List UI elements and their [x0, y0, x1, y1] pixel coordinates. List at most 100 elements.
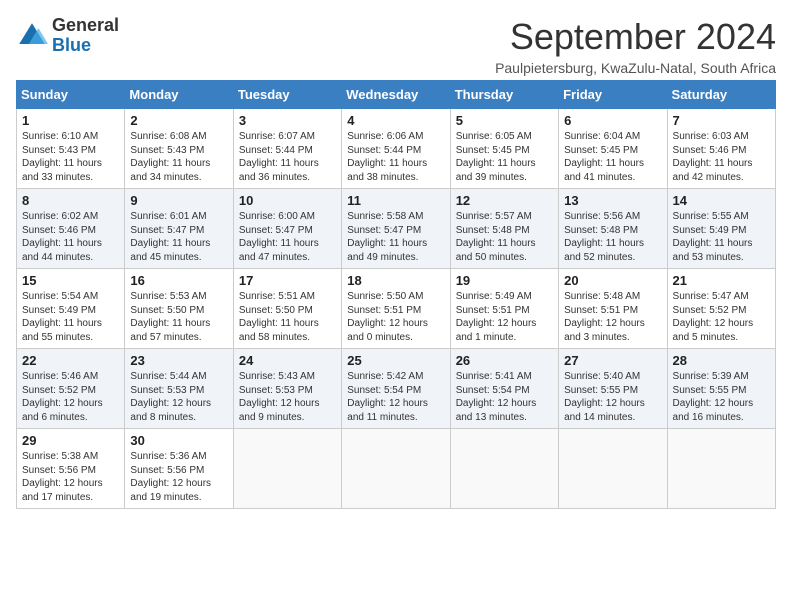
day-detail: Sunrise: 6:05 AMSunset: 5:45 PMDaylight:…	[456, 130, 553, 184]
table-cell: 8Sunrise: 6:02 AMSunset: 5:46 PMDaylight…	[17, 189, 125, 269]
day-number: 25	[347, 353, 444, 368]
day-detail: Sunrise: 5:47 AMSunset: 5:52 PMDaylight:…	[673, 290, 770, 344]
table-cell: 5 Sunrise: 6:05 AMSunset: 5:45 PMDaylight…	[450, 109, 558, 189]
table-cell: 19 Sunrise: 5:49 AMSunset: 5:51 PMDayligh…	[450, 269, 558, 349]
day-detail: Sunrise: 5:55 AMSunset: 5:49 PMDaylight:…	[673, 210, 770, 264]
day-detail: Sunrise: 5:42 AMSunset: 5:54 PMDaylight:…	[347, 370, 444, 424]
calendar-table: Sunday Monday Tuesday Wednesday Thursday…	[16, 80, 776, 509]
table-cell: 28 Sunrise: 5:39 AMSunset: 5:55 PMDayligh…	[667, 349, 775, 429]
day-detail: Sunrise: 5:39 AMSunset: 5:55 PMDaylight:…	[673, 370, 770, 424]
day-number: 26	[456, 353, 553, 368]
day-detail: Sunrise: 5:46 AMSunset: 5:52 PMDaylight:…	[22, 370, 119, 424]
day-detail: Sunrise: 6:07 AMSunset: 5:44 PMDaylight:…	[239, 130, 336, 184]
day-number: 12	[456, 193, 553, 208]
table-cell: 30Sunrise: 5:36 AMSunset: 5:56 PMDayligh…	[125, 429, 233, 509]
table-cell: 27 Sunrise: 5:40 AMSunset: 5:55 PMDayligh…	[559, 349, 667, 429]
day-detail: Sunrise: 5:53 AMSunset: 5:50 PMDaylight:…	[130, 290, 227, 344]
day-detail: Sunrise: 5:48 AMSunset: 5:51 PMDaylight:…	[564, 290, 661, 344]
day-detail: Sunrise: 5:44 AMSunset: 5:53 PMDaylight:…	[130, 370, 227, 424]
logo-icon	[16, 20, 48, 52]
day-detail: Sunrise: 6:01 AMSunset: 5:47 PMDaylight:…	[130, 210, 227, 264]
header-monday: Monday	[125, 81, 233, 109]
day-number: 14	[673, 193, 770, 208]
location-subtitle: Paulpietersburg, KwaZulu-Natal, South Af…	[495, 60, 776, 76]
day-detail: Sunrise: 6:10 AMSunset: 5:43 PMDaylight:…	[22, 130, 119, 184]
day-detail: Sunrise: 5:57 AMSunset: 5:48 PMDaylight:…	[456, 210, 553, 264]
day-number: 17	[239, 273, 336, 288]
day-number: 24	[239, 353, 336, 368]
table-cell: 16 Sunrise: 5:53 AMSunset: 5:50 PMDayligh…	[125, 269, 233, 349]
day-detail: Sunrise: 6:06 AMSunset: 5:44 PMDaylight:…	[347, 130, 444, 184]
logo: General Blue	[16, 16, 119, 56]
calendar-week-5: 29 Sunrise: 5:38 AMSunset: 5:56 PMDayligh…	[17, 429, 776, 509]
table-cell	[233, 429, 341, 509]
table-cell: 14 Sunrise: 5:55 AMSunset: 5:49 PMDayligh…	[667, 189, 775, 269]
table-cell: 26 Sunrise: 5:41 AMSunset: 5:54 PMDayligh…	[450, 349, 558, 429]
day-number: 9	[130, 193, 227, 208]
table-cell: 11Sunrise: 5:58 AMSunset: 5:47 PMDayligh…	[342, 189, 450, 269]
table-cell: 2 Sunrise: 6:08 AMSunset: 5:43 PMDaylight…	[125, 109, 233, 189]
day-number: 16	[130, 273, 227, 288]
table-cell	[559, 429, 667, 509]
day-number: 19	[456, 273, 553, 288]
day-number: 21	[673, 273, 770, 288]
table-cell: 29 Sunrise: 5:38 AMSunset: 5:56 PMDayligh…	[17, 429, 125, 509]
day-detail: Sunrise: 6:00 AMSunset: 5:47 PMDaylight:…	[239, 210, 336, 264]
day-detail: Sunrise: 5:58 AMSunset: 5:47 PMDaylight:…	[347, 210, 444, 264]
day-number: 15	[22, 273, 119, 288]
header-sunday: Sunday	[17, 81, 125, 109]
table-cell: 24 Sunrise: 5:43 AMSunset: 5:53 PMDayligh…	[233, 349, 341, 429]
table-cell: 15 Sunrise: 5:54 AMSunset: 5:49 PMDayligh…	[17, 269, 125, 349]
logo-blue: Blue	[52, 35, 91, 55]
day-detail: Sunrise: 6:08 AMSunset: 5:43 PMDaylight:…	[130, 130, 227, 184]
day-number: 3	[239, 113, 336, 128]
day-number: 2	[130, 113, 227, 128]
day-number: 13	[564, 193, 661, 208]
page-header: General Blue September 2024 Paulpietersb…	[16, 16, 776, 76]
day-number: 4	[347, 113, 444, 128]
day-detail: Sunrise: 5:51 AMSunset: 5:50 PMDaylight:…	[239, 290, 336, 344]
day-number: 23	[130, 353, 227, 368]
day-number: 30	[130, 433, 227, 448]
table-cell: 21 Sunrise: 5:47 AMSunset: 5:52 PMDayligh…	[667, 269, 775, 349]
logo-text: General Blue	[52, 16, 119, 56]
table-cell: 17 Sunrise: 5:51 AMSunset: 5:50 PMDayligh…	[233, 269, 341, 349]
header-friday: Friday	[559, 81, 667, 109]
day-number: 27	[564, 353, 661, 368]
day-number: 28	[673, 353, 770, 368]
day-detail: Sunrise: 6:02 AMSunset: 5:46 PMDaylight:…	[22, 210, 119, 264]
day-detail: Sunrise: 5:40 AMSunset: 5:55 PMDaylight:…	[564, 370, 661, 424]
day-detail: Sunrise: 5:41 AMSunset: 5:54 PMDaylight:…	[456, 370, 553, 424]
weekday-header-row: Sunday Monday Tuesday Wednesday Thursday…	[17, 81, 776, 109]
header-wednesday: Wednesday	[342, 81, 450, 109]
day-number: 22	[22, 353, 119, 368]
table-cell: 4 Sunrise: 6:06 AMSunset: 5:44 PMDaylight…	[342, 109, 450, 189]
table-cell: 1 Sunrise: 6:10 AMSunset: 5:43 PMDaylight…	[17, 109, 125, 189]
table-cell: 23 Sunrise: 5:44 AMSunset: 5:53 PMDayligh…	[125, 349, 233, 429]
table-cell: 18Sunrise: 5:50 AMSunset: 5:51 PMDayligh…	[342, 269, 450, 349]
table-cell: 7Sunrise: 6:03 AMSunset: 5:46 PMDaylight…	[667, 109, 775, 189]
day-detail: Sunrise: 5:43 AMSunset: 5:53 PMDaylight:…	[239, 370, 336, 424]
table-cell: 10Sunrise: 6:00 AMSunset: 5:47 PMDayligh…	[233, 189, 341, 269]
table-cell	[450, 429, 558, 509]
header-tuesday: Tuesday	[233, 81, 341, 109]
day-detail: Sunrise: 5:38 AMSunset: 5:56 PMDaylight:…	[22, 450, 119, 504]
table-cell: 3 Sunrise: 6:07 AMSunset: 5:44 PMDaylight…	[233, 109, 341, 189]
table-cell: 22 Sunrise: 5:46 AMSunset: 5:52 PMDayligh…	[17, 349, 125, 429]
calendar-week-2: 8Sunrise: 6:02 AMSunset: 5:46 PMDaylight…	[17, 189, 776, 269]
logo-general: General	[52, 15, 119, 35]
day-number: 1	[22, 113, 119, 128]
header-saturday: Saturday	[667, 81, 775, 109]
table-cell: 12 Sunrise: 5:57 AMSunset: 5:48 PMDayligh…	[450, 189, 558, 269]
table-cell: 20Sunrise: 5:48 AMSunset: 5:51 PMDayligh…	[559, 269, 667, 349]
day-detail: Sunrise: 5:49 AMSunset: 5:51 PMDaylight:…	[456, 290, 553, 344]
header-thursday: Thursday	[450, 81, 558, 109]
day-number: 29	[22, 433, 119, 448]
table-cell: 13Sunrise: 5:56 AMSunset: 5:48 PMDayligh…	[559, 189, 667, 269]
day-number: 5	[456, 113, 553, 128]
day-number: 6	[564, 113, 661, 128]
calendar-week-1: 1 Sunrise: 6:10 AMSunset: 5:43 PMDaylight…	[17, 109, 776, 189]
day-detail: Sunrise: 6:04 AMSunset: 5:45 PMDaylight:…	[564, 130, 661, 184]
day-detail: Sunrise: 5:50 AMSunset: 5:51 PMDaylight:…	[347, 290, 444, 344]
day-detail: Sunrise: 5:54 AMSunset: 5:49 PMDaylight:…	[22, 290, 119, 344]
